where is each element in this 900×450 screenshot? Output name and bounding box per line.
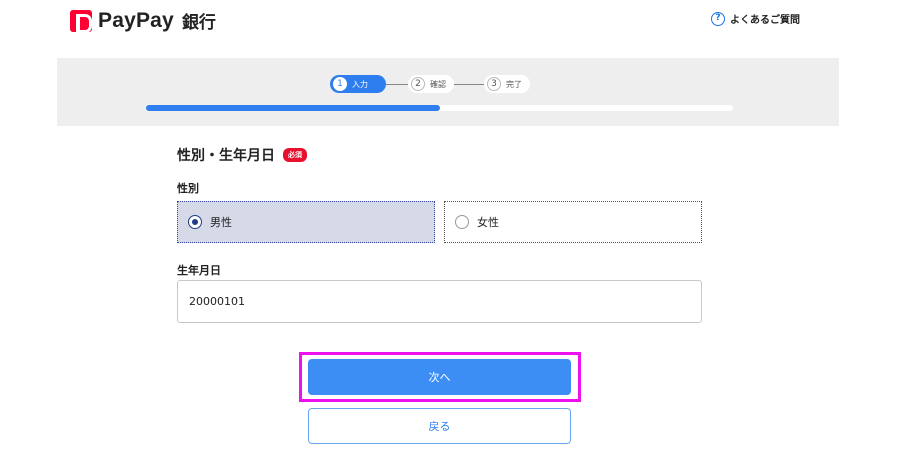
stepper: 1 入力 2 確認 3 完了 — [330, 75, 530, 93]
step-number: 1 — [333, 77, 347, 91]
gender-option-female[interactable]: 女性 — [444, 201, 702, 243]
step-number: 3 — [487, 77, 501, 91]
step-label: 確認 — [430, 79, 446, 89]
step-label: 入力 — [352, 79, 368, 89]
paypay-logo-icon — [70, 9, 92, 33]
progress-fill — [146, 105, 440, 111]
step-number: 2 — [411, 77, 425, 91]
next-button[interactable]: 次へ — [308, 359, 571, 395]
faq-label: よくあるご質問 — [730, 15, 800, 26]
radio-unselected-icon[interactable] — [455, 215, 469, 229]
back-button[interactable]: 戻る — [308, 408, 571, 444]
step-connector — [386, 83, 408, 85]
logo-bank-text: 銀行 — [181, 13, 216, 33]
progress-bar — [146, 105, 733, 111]
gender-option-label: 女性 — [477, 216, 499, 229]
gender-option-male[interactable]: 男性 — [177, 201, 435, 243]
gender-label: 性別 — [177, 182, 199, 195]
required-badge: 必須 — [283, 148, 307, 162]
question-circle-icon: ? — [711, 11, 725, 26]
step-complete: 3 完了 — [484, 75, 530, 93]
step-connector — [454, 83, 484, 85]
step-confirm: 2 確認 — [408, 75, 454, 93]
section-title-text: 性別・生年月日 — [177, 148, 275, 164]
section-title: 性別・生年月日 必須 — [177, 145, 307, 165]
step-label: 完了 — [506, 79, 522, 89]
paypay-bank-logo[interactable]: PayPay 銀行 — [70, 8, 216, 33]
faq-link[interactable]: ? よくあるご質問 — [711, 11, 800, 26]
birthdate-label: 生年月日 — [177, 264, 221, 277]
step-input: 1 入力 — [330, 75, 386, 93]
radio-selected-icon[interactable] — [188, 215, 202, 229]
birthdate-input[interactable] — [177, 280, 702, 323]
gender-option-label: 男性 — [210, 216, 232, 229]
logo-brand-text: PayPay — [98, 8, 174, 32]
